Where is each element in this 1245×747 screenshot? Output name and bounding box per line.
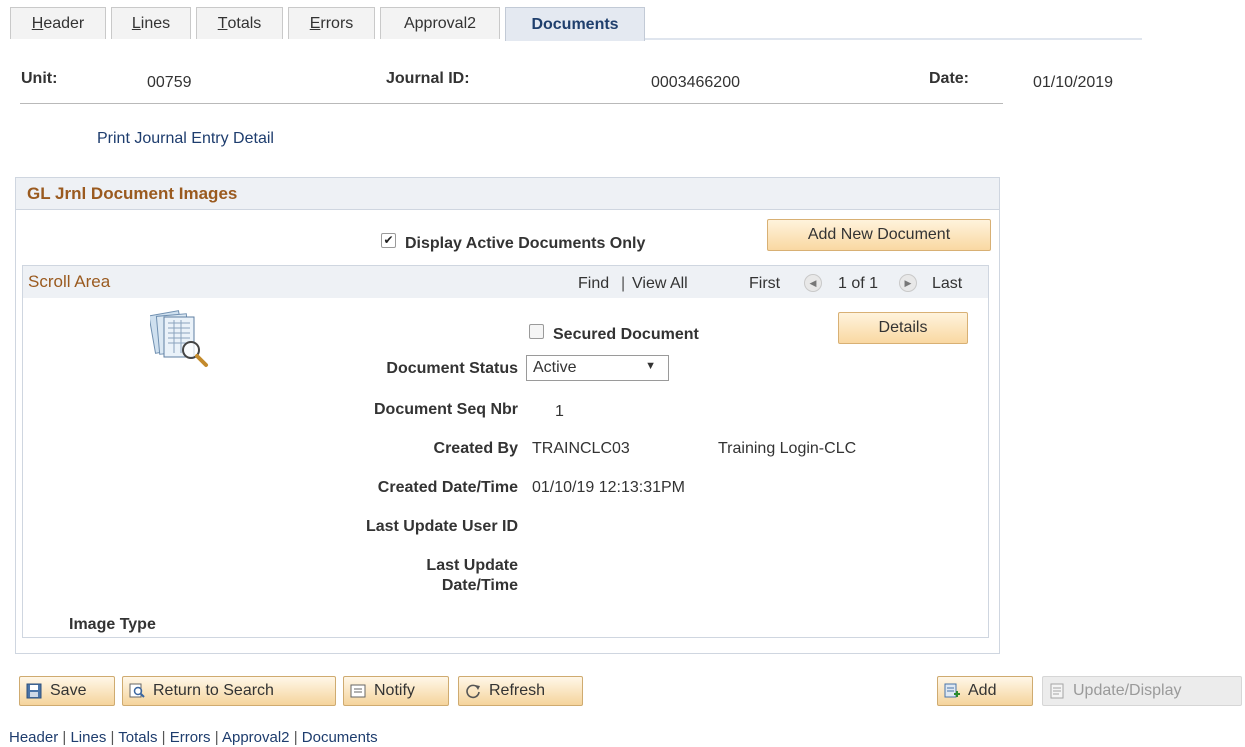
scroll-area-title: Scroll Area bbox=[28, 272, 111, 291]
document-status-value: Active bbox=[533, 359, 577, 376]
gl-panel-title: GL Jrnl Document Images bbox=[27, 184, 238, 203]
tab-errors[interactable]: Errors bbox=[288, 7, 375, 39]
date-value: 01/10/2019 bbox=[1033, 74, 1114, 91]
last-update-user-label: Last Update User ID bbox=[365, 518, 518, 535]
tab-errors-accesskey: E bbox=[309, 14, 321, 32]
created-by-name: Training Login-CLC bbox=[718, 440, 857, 457]
tab-errors-label: rrors bbox=[320, 14, 354, 32]
unit-value: 00759 bbox=[147, 74, 192, 91]
unit-label: Unit: bbox=[21, 70, 58, 87]
add-new-document-button[interactable]: Add New Document bbox=[767, 219, 991, 251]
tab-header[interactable]: Header bbox=[10, 7, 106, 39]
bottom-page-links: Header | Lines | Totals | Errors | Appro… bbox=[9, 729, 378, 746]
previous-row-icon[interactable]: ◀ bbox=[804, 274, 822, 292]
date-label: Date: bbox=[929, 70, 970, 87]
last-update-datetime-label-line2: Date/Time bbox=[441, 577, 518, 594]
first-label: First bbox=[749, 275, 781, 292]
refresh-icon bbox=[465, 683, 481, 699]
tab-documents[interactable]: Documents bbox=[505, 7, 645, 41]
journal-id-value: 0003466200 bbox=[651, 74, 740, 91]
return-to-search-button[interactable]: Return to Search bbox=[122, 676, 336, 706]
tab-approval2-label: Approval2 bbox=[403, 14, 477, 32]
tab-totals-label: otals bbox=[227, 14, 262, 32]
tab-lines-label: ines bbox=[140, 14, 171, 32]
last-update-datetime-label-line1: Last Update bbox=[426, 557, 518, 574]
tab-lines[interactable]: Lines bbox=[111, 7, 191, 39]
scroll-area-header: Scroll Area Find | View All First ◀ 1 of… bbox=[23, 266, 988, 298]
bottom-link-separator: | bbox=[293, 729, 302, 746]
notify-button[interactable]: Notify bbox=[343, 676, 449, 706]
next-row-icon[interactable]: ▶ bbox=[899, 274, 917, 292]
document-seq-label: Document Seq Nbr bbox=[373, 401, 518, 418]
bottom-link-separator: | bbox=[161, 729, 170, 746]
tab-approval2[interactable]: Approval2 bbox=[380, 7, 500, 39]
created-by-label: Created By bbox=[433, 440, 518, 457]
journal-id-label: Journal ID: bbox=[386, 70, 470, 87]
display-active-label: Display Active Documents Only bbox=[405, 235, 646, 252]
bottom-link-lines[interactable]: Lines bbox=[70, 729, 106, 746]
created-datetime-value: 01/10/19 12:13:31PM bbox=[532, 479, 686, 496]
document-seq-value: 1 bbox=[555, 403, 564, 420]
update-display-button-label: Update/Display bbox=[1073, 682, 1182, 699]
find-link[interactable]: Find bbox=[578, 275, 609, 293]
details-button[interactable]: Details bbox=[838, 312, 968, 344]
secured-document-checkbox[interactable] bbox=[529, 324, 544, 339]
save-icon bbox=[26, 683, 42, 699]
created-by-id: TRAINCLC03 bbox=[532, 440, 630, 457]
print-journal-entry-detail-link[interactable]: Print Journal Entry Detail bbox=[97, 130, 274, 148]
tab-lines-accesskey: L bbox=[131, 14, 141, 32]
display-active-checkbox[interactable]: ✔ bbox=[381, 233, 396, 248]
notify-button-label: Notify bbox=[374, 682, 415, 699]
journal-documents-page: Header Lines Totals Errors Approval2 Doc… bbox=[0, 0, 1245, 747]
update-display-icon bbox=[1049, 683, 1065, 699]
add-button-label: Add bbox=[968, 682, 997, 699]
notify-icon bbox=[350, 683, 366, 699]
find-viewall-separator: | bbox=[621, 275, 626, 292]
bottom-link-separator: | bbox=[214, 729, 222, 746]
scroll-area: Scroll Area Find | View All First ◀ 1 of… bbox=[22, 265, 989, 638]
secured-document-label: Secured Document bbox=[553, 326, 699, 343]
tab-bar-divider bbox=[645, 38, 1142, 40]
tab-header-label: eader bbox=[43, 14, 85, 32]
gl-panel-header: GL Jrnl Document Images bbox=[16, 178, 999, 210]
refresh-button-label: Refresh bbox=[489, 682, 546, 699]
save-button[interactable]: Save bbox=[19, 676, 115, 706]
page-info: 1 of 1 bbox=[838, 275, 879, 292]
tab-totals-accesskey: T bbox=[217, 14, 228, 32]
add-icon bbox=[944, 683, 960, 699]
return-to-search-button-label: Return to Search bbox=[153, 682, 274, 699]
dropdown-arrow-icon: ▼ bbox=[645, 360, 656, 372]
add-button[interactable]: Add bbox=[937, 676, 1033, 706]
details-button-label: Details bbox=[878, 319, 928, 336]
last-label: Last bbox=[932, 275, 963, 292]
bottom-link-header[interactable]: Header bbox=[9, 729, 58, 746]
update-display-button[interactable]: Update/Display bbox=[1042, 676, 1242, 706]
document-status-label: Document Status bbox=[386, 360, 518, 377]
view-all-link[interactable]: View All bbox=[632, 275, 688, 293]
tab-header-accesskey: H bbox=[31, 14, 44, 32]
save-button-label: Save bbox=[50, 682, 87, 699]
refresh-button[interactable]: Refresh bbox=[458, 676, 583, 706]
image-type-label: Image Type bbox=[69, 616, 156, 633]
header-divider bbox=[20, 103, 1003, 104]
bottom-link-totals[interactable]: Totals bbox=[118, 729, 157, 746]
add-new-document-button-label: Add New Document bbox=[807, 226, 951, 243]
document-image-icon[interactable] bbox=[148, 307, 214, 377]
document-status-select[interactable]: Active ▼ bbox=[526, 355, 669, 381]
bottom-link-documents[interactable]: Documents bbox=[302, 729, 378, 746]
tab-totals[interactable]: Totals bbox=[196, 7, 283, 39]
tab-documents-label: Documents bbox=[531, 15, 619, 33]
gl-jrnl-document-images-panel: GL Jrnl Document Images ✔ Display Active… bbox=[15, 177, 1000, 654]
created-datetime-label: Created Date/Time bbox=[377, 479, 518, 496]
last-update-datetime-label: Last Update Date/Time bbox=[323, 556, 518, 596]
return-to-search-icon bbox=[129, 683, 145, 699]
bottom-link-approval2[interactable]: Approval2 bbox=[222, 729, 290, 746]
bottom-link-errors[interactable]: Errors bbox=[170, 729, 211, 746]
